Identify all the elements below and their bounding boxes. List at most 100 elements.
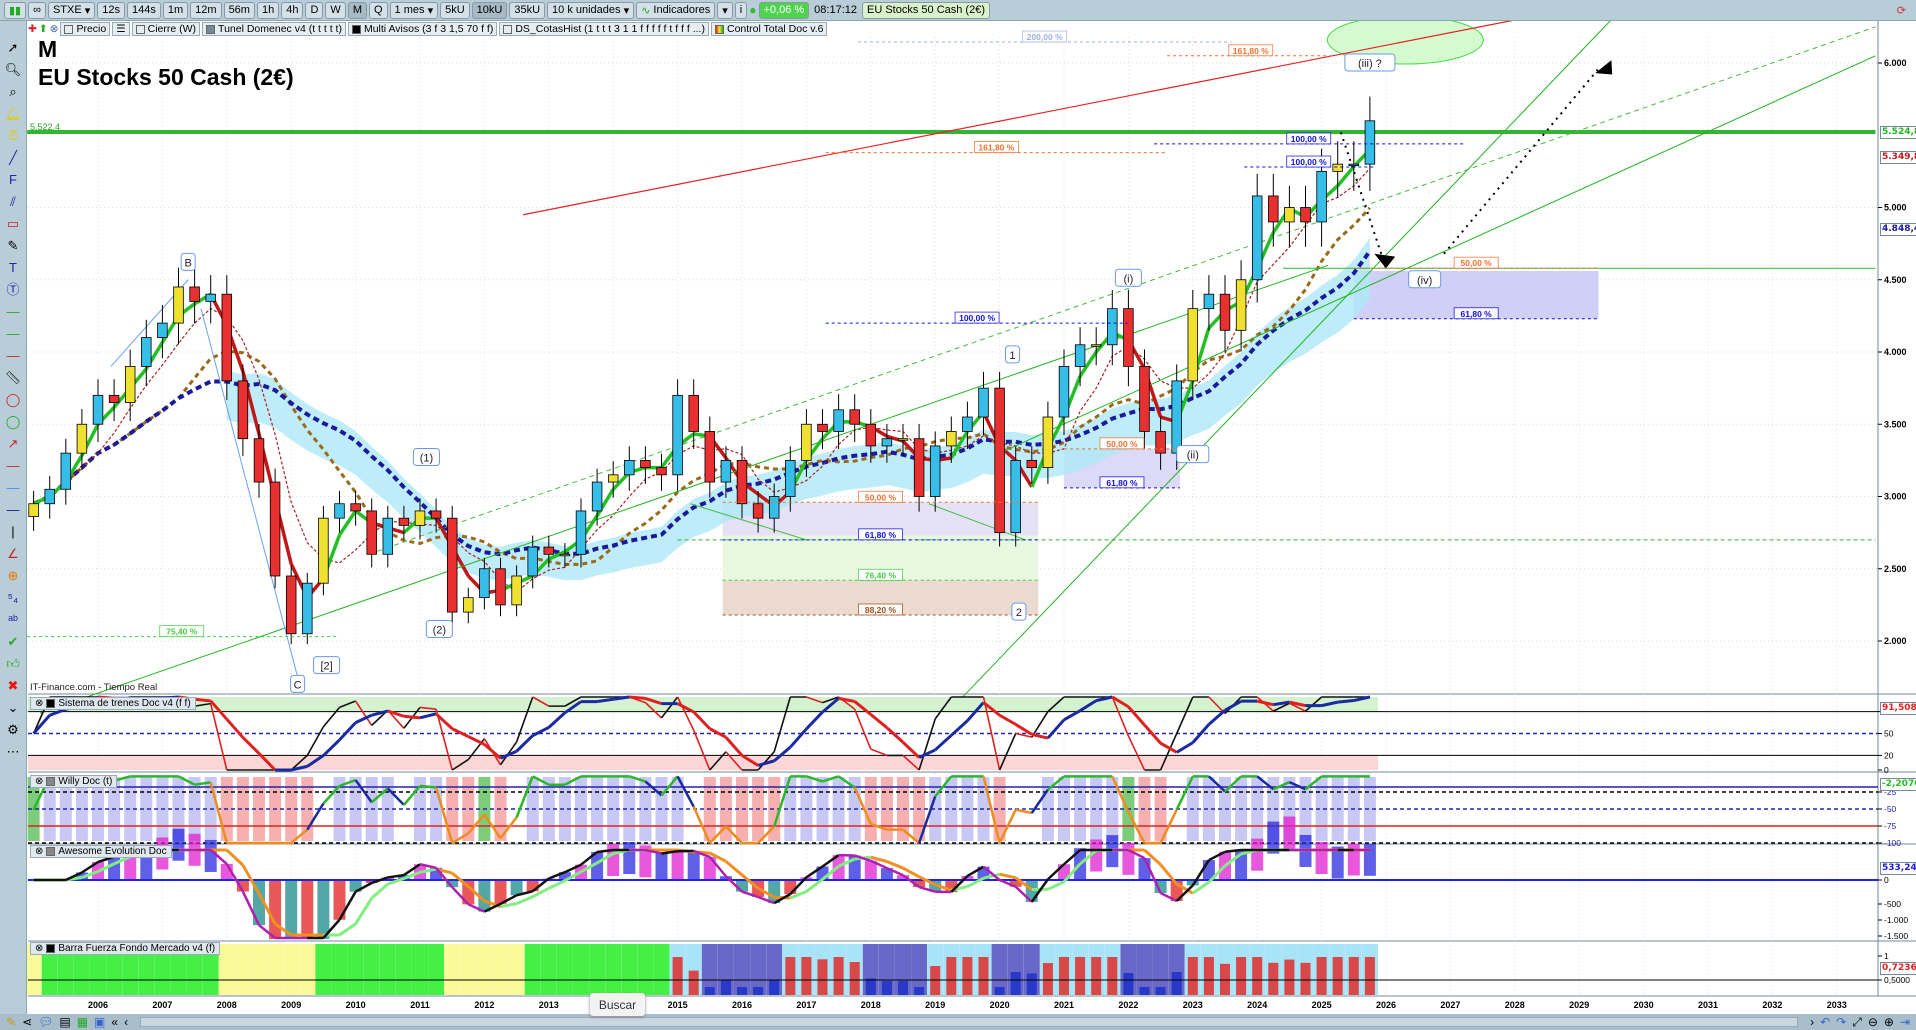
close-panel-icon[interactable]: ⊗ (35, 698, 43, 709)
zoom-icon[interactable]: 🔍︎ (5, 61, 22, 79)
text-box-icon[interactable]: Ⓣ (6, 281, 19, 299)
link-icon[interactable]: ∞ (28, 1, 46, 19)
close-panel-icon[interactable]: ⊗ (35, 776, 43, 787)
delete-icon[interactable]: ✖ (8, 677, 19, 695)
refresh-icon[interactable]: ⟳ (1897, 4, 1916, 17)
layout-icon[interactable]: ▦ (77, 1015, 88, 1029)
close-panel-icon[interactable]: ⊗ (35, 943, 43, 954)
scroll-end-icon[interactable]: ⇥ (1900, 1015, 1916, 1029)
ellipse-green-icon[interactable]: ◯ (6, 413, 21, 431)
ruler-icon[interactable]: 📏︎ (5, 369, 22, 387)
elliott-icon[interactable]: ⁵₄ (8, 589, 19, 607)
rectangle-icon[interactable]: ▭ (7, 215, 19, 233)
zoom-fit-icon[interactable]: ⤢ (1852, 1015, 1862, 1030)
legend-precio[interactable]: Precio (60, 22, 111, 36)
indicators-button[interactable]: ∿ Indicadores (636, 1, 716, 19)
timeframe-button-1h[interactable]: 1h (256, 1, 280, 19)
hline-icon[interactable]: — (7, 303, 20, 321)
panel-label-barra[interactable]: ⊗ Barra Fuerza Fondo Mercado v4 (f) (30, 942, 221, 955)
share-icon[interactable]: ⋖ (22, 1015, 32, 1029)
report-icon[interactable]: ▤ (59, 1015, 70, 1029)
list-icon[interactable]: ☰ (112, 22, 130, 36)
barra-background-bar (251, 944, 267, 995)
slow-train-segment (885, 726, 905, 744)
redo-icon[interactable]: ↷ (1836, 1015, 1846, 1029)
up-icon[interactable]: ⬆ (39, 23, 48, 35)
angle-icon[interactable]: ∠ (7, 545, 19, 563)
hline-green-icon[interactable]: — (7, 325, 20, 343)
pencil-icon[interactable]: ✎ (8, 237, 19, 255)
line-navy-icon[interactable]: — (7, 501, 20, 519)
legend-cierre[interactable]: Cierre (W) (131, 22, 201, 36)
text-icon[interactable]: T (9, 259, 17, 277)
timeframe-button-12s[interactable]: 12s (97, 1, 126, 19)
year-tick-label: 2007 (152, 1000, 172, 1010)
symbol-select[interactable]: STXE ▾ (47, 1, 96, 19)
close-icon[interactable]: ⊗ (50, 23, 59, 35)
timeframe-button-M[interactable]: M (347, 1, 367, 19)
barra-value-bar (1187, 957, 1198, 995)
search-tooltip[interactable]: Buscar (590, 993, 645, 1016)
vline-icon[interactable]: | (11, 523, 14, 541)
zoom-area-icon[interactable]: ⌕ (9, 83, 16, 101)
timeframe-button-12m[interactable]: 12m (190, 1, 222, 19)
thumbs-up-icon[interactable]: 👍︎ (6, 655, 20, 673)
settings-icon[interactable]: ⚙ (7, 721, 19, 739)
abc-icon[interactable]: ᵃᵇ (8, 611, 18, 629)
fib-level-label: 50,00 % (1461, 258, 1493, 268)
arrow-icon[interactable]: ↗ (8, 435, 19, 453)
ellipse-icon[interactable]: ◯ (6, 391, 21, 409)
chart-canvas[interactable]: 2006200720082009201020112012201320142015… (0, 0, 1916, 1030)
axis-price-tag: 5.524,8 (1880, 125, 1916, 139)
channel-icon[interactable]: ⫽ (10, 193, 16, 211)
panel-label-awesome[interactable]: ⊗ Awesome Evolution Doc (30, 845, 172, 858)
period-select[interactable]: 1 mes ▾ (389, 1, 439, 19)
scroll-prev-icon[interactable]: ‹ (124, 1015, 128, 1029)
panel-label-trenes[interactable]: ⊗ Sistema de trenes Doc v4 (f f) (30, 697, 196, 710)
units-select[interactable]: 10 k unidades ▾ (547, 1, 635, 19)
zoom-in-icon[interactable]: ⊕ (1884, 1015, 1894, 1029)
more-icon[interactable]: ⋯ (7, 743, 20, 761)
chat-icon[interactable]: 💬︎ (38, 1015, 53, 1029)
indicators-dropdown[interactable]: ▾ (717, 1, 733, 19)
alarm-icon[interactable]: ⏰︎ (8, 127, 18, 145)
window-icon[interactable]: ▣ (94, 1015, 105, 1029)
volume-button-10kU[interactable]: 10kU (471, 1, 508, 19)
line-blue-icon[interactable]: — (7, 479, 20, 497)
undo-icon[interactable]: ↶ (1820, 1015, 1830, 1029)
legend-multi-avisos[interactable]: Multi Avisos (3 f 3 1,5 70 f f) (347, 22, 498, 36)
timeframe-button-4h[interactable]: 4h (281, 1, 304, 19)
timeframe-button-1m[interactable]: 1m (162, 1, 189, 19)
fibonacci-icon[interactable]: F (9, 171, 17, 189)
legend-ds-cotashist[interactable]: DS_CotasHist (1 t t t 3 1 1 f f f f f t … (499, 22, 709, 36)
volume-button-35kU[interactable]: 35kU (509, 1, 546, 19)
scroll-next-icon[interactable]: › (1810, 1015, 1814, 1029)
timeframe-button-144s[interactable]: 144s (127, 1, 161, 19)
legend-tunel[interactable]: Tunel Domenec v4 (t t t t t) (202, 22, 346, 36)
close-panel-icon[interactable]: ⊗ (35, 846, 43, 857)
timeframe-button-Q[interactable]: Q (368, 1, 388, 19)
timeframe-button-D[interactable]: D (305, 1, 324, 19)
pointer-icon[interactable]: ➚ (8, 39, 19, 57)
legend-control-total[interactable]: Control Total Doc v.6 (710, 22, 828, 36)
candle-body (1316, 170, 1327, 223)
remove-icon[interactable]: ✚ (28, 23, 37, 35)
chart-type-icon[interactable]: ▮▮ (4, 1, 27, 19)
scroll-left-icon[interactable]: « (111, 1015, 118, 1029)
volume-button-5kU[interactable]: 5kU (440, 1, 470, 19)
zoom-out-icon[interactable]: ⊖ (1868, 1015, 1878, 1029)
trendline-icon[interactable]: ╱ (9, 149, 17, 167)
panel-label-willy[interactable]: ⊗ Willy Doc (t) (30, 775, 118, 788)
alert-bell-icon[interactable]: 🔔︎ (5, 105, 22, 123)
circle-target-icon[interactable]: ⊕ (8, 567, 19, 585)
draw-icon[interactable]: ✎ (6, 1015, 16, 1029)
info-icon[interactable]: i (734, 1, 748, 19)
hline-red-icon[interactable]: — (7, 347, 20, 365)
expand-icon[interactable]: ⌄ (8, 699, 19, 717)
candle-body (849, 409, 860, 425)
timeframe-button-56m[interactable]: 56m (223, 1, 255, 19)
timeframe-button-W[interactable]: W (325, 1, 346, 19)
horizontal-scrollbar[interactable] (140, 1017, 1799, 1027)
line-red-icon[interactable]: — (7, 457, 20, 475)
check-icon[interactable]: ✔ (8, 633, 19, 651)
